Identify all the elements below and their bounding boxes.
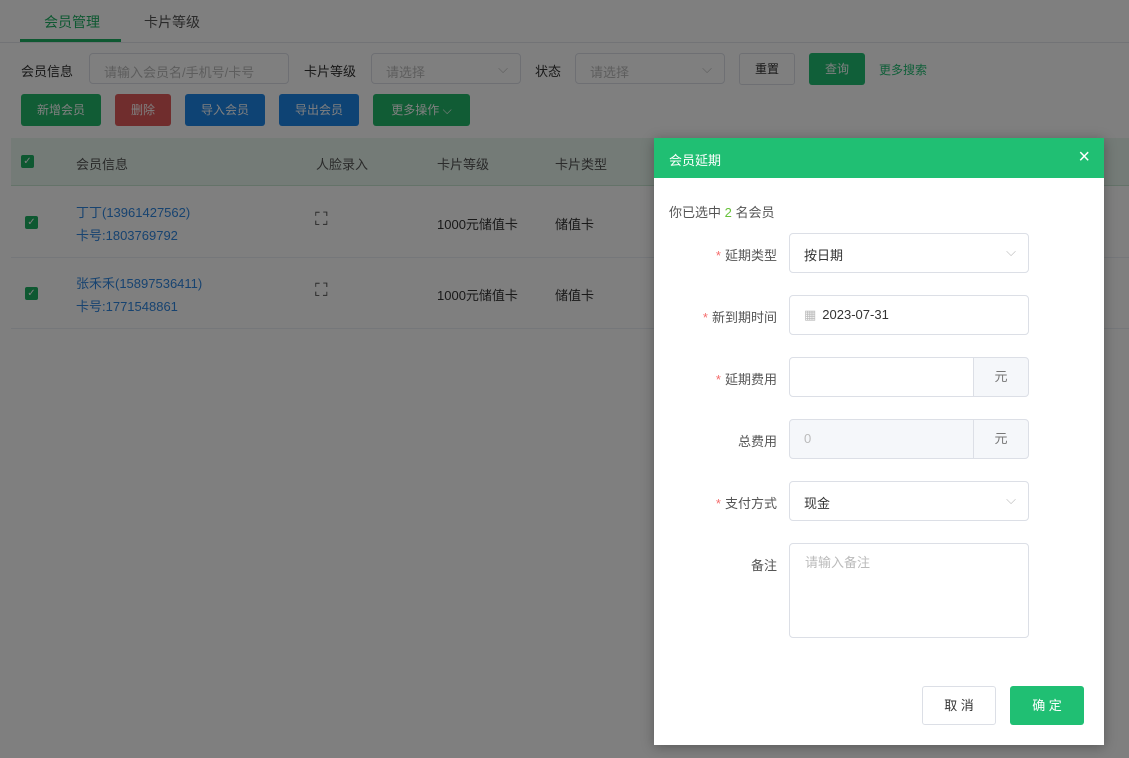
fee-label-text: 延期费用 [724,372,777,387]
remark-textarea[interactable]: 请输入备注 [789,543,1029,638]
cancel-button[interactable]: 取 消 [922,686,996,725]
extend-type-value: 按日期 [804,248,844,263]
pay-label: * 支付方式 [715,496,777,511]
new-expire-label-text: 新到期时间 [711,310,777,325]
close-icon[interactable]: × [1078,146,1090,169]
fee-label: * 延期费用 [715,372,777,387]
extend-type-label-text: 延期类型 [724,248,777,263]
extend-type-select[interactable]: 按日期 ⌵ [789,233,1029,273]
extend-type-label: * 延期类型 [715,248,777,263]
member-extend-dialog: 会员延期 × 你已选中 2 名会员 * 延期类型 按日期 ⌵ * 新到期时间 ▦ 2023… [654,138,1104,745]
selected-summary: 你已选中 2 名会员 [669,202,775,221]
confirm-button[interactable]: 确 定 [1010,686,1084,725]
selected-suffix: 名会员 [735,205,775,220]
new-expire-value: 2023-07-31 [822,307,889,322]
total-input: 0 [789,419,974,459]
selected-prefix: 你已选中 [669,205,722,220]
pay-label-text: 支付方式 [724,496,777,511]
total-unit: 元 [973,419,1029,459]
fee-input[interactable] [789,357,974,397]
fee-unit: 元 [973,357,1029,397]
pay-method-value: 现金 [804,496,831,511]
chevron-down-icon: ⌵ [1006,492,1016,507]
pay-method-select[interactable]: 现金 ⌵ [789,481,1029,521]
calendar-icon: ▦ [804,307,817,322]
new-expire-label: * 新到期时间 [702,310,777,325]
new-expire-date-picker[interactable]: ▦ 2023-07-31 [789,295,1029,335]
chevron-down-icon: ⌵ [1006,244,1016,259]
remark-label: 备注 [750,558,777,573]
dialog-header: 会员延期 × [654,138,1104,178]
selected-count: 2 [724,205,732,220]
total-label: 总费用 [737,434,777,449]
dialog-title: 会员延期 [669,153,722,168]
